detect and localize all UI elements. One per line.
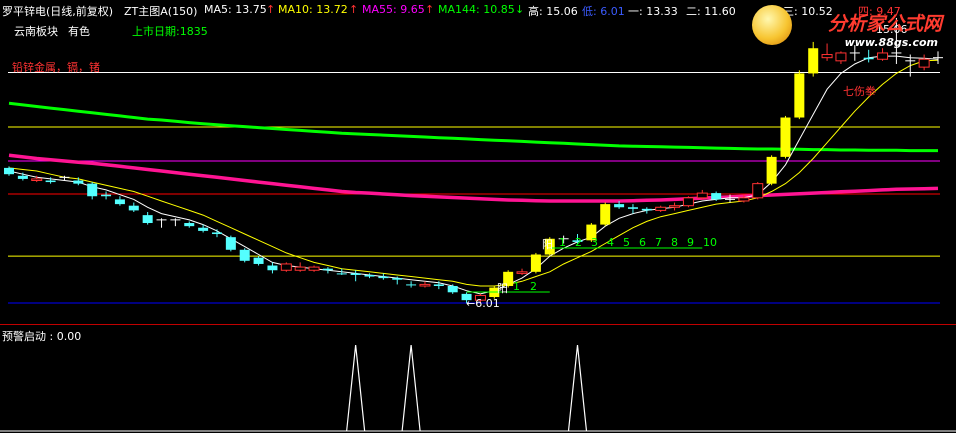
candle-body — [128, 205, 139, 211]
candle-body — [31, 178, 43, 181]
count-long-digit: 2 — [575, 236, 582, 249]
low-value: 低: 6.01 — [582, 5, 625, 18]
high-value: 高: 15.06 — [528, 5, 578, 18]
candle-body — [392, 278, 403, 280]
candle-body — [641, 208, 652, 211]
warning-indicator-panel — [0, 344, 956, 432]
candle-body — [918, 58, 930, 68]
watermark-logo: 分析家公式网 www.88gs.com — [750, 1, 950, 53]
candle-body — [711, 193, 722, 200]
listing-date: 上市日期:1835 — [132, 25, 208, 38]
count-long-digit: 10 — [703, 236, 717, 249]
candle-body — [322, 268, 333, 271]
candle-body — [669, 205, 681, 208]
candle-body — [655, 206, 667, 211]
ma5-arrow: ↑ — [266, 3, 276, 16]
ma10-value: MA10: 13.72 — [278, 3, 348, 16]
candle-body — [267, 265, 278, 271]
count-long-digit: 6 — [639, 236, 646, 249]
candle-body — [198, 227, 209, 231]
candle-body — [239, 249, 250, 261]
candle-body — [87, 183, 98, 197]
candle-body — [184, 223, 195, 227]
count-short-digit: 2 — [530, 280, 537, 293]
count-long-digit: 1 — [559, 236, 566, 249]
indicator-name: ZT主图A(150) — [124, 5, 198, 18]
candle-body — [225, 237, 236, 250]
watermark-url: www.88gs.com — [844, 36, 938, 49]
ma55-arrow: ↑ — [425, 3, 435, 16]
candle-body — [780, 117, 791, 157]
count-long-digit: 4 — [607, 236, 614, 249]
logo-ball-icon — [752, 5, 792, 45]
candle-body — [101, 194, 112, 197]
candle-body — [45, 180, 56, 183]
watermark-brand: 分析家公式网 — [827, 13, 942, 35]
candle-body — [516, 271, 528, 274]
candle-body — [696, 192, 708, 199]
candle-body — [73, 180, 84, 184]
yang-label-short: 阳 — [497, 282, 508, 295]
ma144-arrow: ↓ — [515, 3, 525, 16]
candle-body — [308, 266, 320, 271]
candle-body — [364, 274, 375, 277]
candle-body — [336, 273, 347, 275]
yang-label-long: 阳 — [542, 238, 553, 251]
count-long-digit: 3 — [591, 236, 598, 249]
candle-body — [752, 183, 764, 199]
candle-body — [142, 215, 153, 224]
count-long-digit: 5 — [623, 236, 630, 249]
low-price-label: ←6.01 — [466, 297, 500, 310]
candle-body — [253, 257, 264, 264]
candle-body — [835, 52, 847, 62]
candle-body — [4, 167, 14, 175]
candle-body — [627, 207, 638, 209]
candle-body — [877, 52, 889, 60]
candle-body — [682, 197, 694, 207]
main-price-panel — [4, 18, 943, 304]
candle-body — [863, 57, 874, 60]
level-one: 一: 13.33 — [628, 5, 678, 18]
candle-body — [294, 266, 306, 271]
chart-canvas — [0, 18, 956, 432]
candle-body — [530, 254, 541, 272]
ma10-arrow: ↑ — [349, 3, 359, 16]
candle-body — [447, 285, 458, 293]
candle-body — [211, 232, 222, 235]
warning-spike — [567, 344, 588, 432]
candle-body — [17, 175, 28, 179]
candle-body — [350, 273, 361, 275]
candle-body — [766, 156, 777, 184]
candle-body — [114, 199, 125, 205]
candle-body — [600, 204, 611, 225]
count-long-digit: 7 — [655, 236, 662, 249]
count-long-digit: 8 — [671, 236, 678, 249]
candle-body — [433, 284, 444, 286]
metal-label: 有色 — [68, 25, 90, 38]
candle-body — [738, 197, 750, 202]
level-two: 二: 11.60 — [686, 5, 736, 18]
count-long-digit: 9 — [687, 236, 694, 249]
candle-body — [378, 276, 389, 279]
candle-body — [406, 284, 417, 286]
sector-label: 云南板块 — [14, 25, 58, 38]
concept-label: 铅锌金属，镉，锗 — [12, 61, 100, 74]
qishangquan-label: 七伤拳 — [843, 85, 876, 98]
warning-spike — [346, 344, 366, 432]
candle-body — [280, 263, 292, 271]
candle-body — [821, 54, 833, 59]
ma144-value: MA144: 10.85 — [438, 3, 515, 16]
warning-spike — [401, 344, 421, 432]
candle-body — [614, 204, 625, 208]
count-short-digit: 1 — [513, 280, 520, 293]
candle-body — [419, 283, 431, 287]
ma5-value: MA5: 13.75 — [204, 3, 267, 16]
stock-title: 罗平锌电(日线,前复权) — [2, 5, 114, 18]
ma55-value: MA55: 9.65 — [362, 3, 425, 16]
candle-body — [794, 73, 805, 118]
subpanel-title: 预警启动 : 0.00 — [2, 330, 82, 343]
